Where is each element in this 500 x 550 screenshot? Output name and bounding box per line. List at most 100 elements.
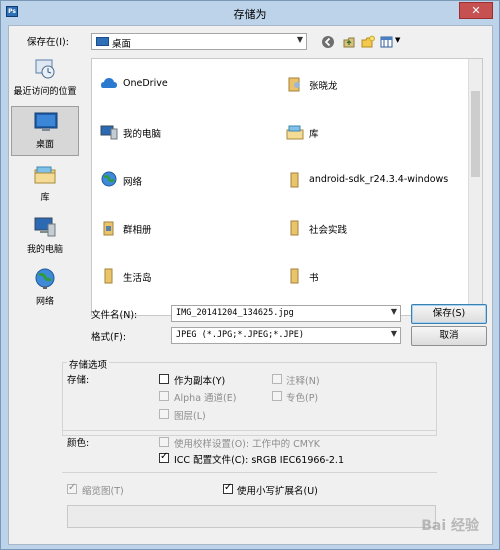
as-copy-checkbox[interactable]: [159, 374, 169, 384]
icc-profile-label: ICC 配置文件(C): sRGB IEC61966-2.1: [174, 455, 344, 466]
folder-icon: [290, 268, 299, 284]
use-proof-setup-checkbox[interactable]: [159, 437, 169, 447]
storage-options-title: 存储选项: [67, 357, 110, 371]
as-copy-label: 作为副本(Y): [174, 376, 226, 387]
place-recent[interactable]: 最近访问的位置: [11, 54, 79, 104]
view-menu-icon[interactable]: [380, 35, 394, 49]
place-label: 库: [40, 193, 50, 203]
new-folder-icon[interactable]: [361, 35, 375, 49]
format-dropdown[interactable]: JPEG (*.JPG;*.JPEG;*.JPE) ▼: [171, 327, 401, 344]
folder-icon: [104, 268, 113, 284]
place-desktop[interactable]: 桌面: [11, 106, 79, 156]
network-icon: [101, 171, 117, 187]
thumbnail-label: 缩览图(T): [82, 486, 124, 497]
save-as-dialog: Ps 存储为 ✕ 保存在(I): 桌面 ▼ ▼ 最近访问的位置 桌面 库 我的电…: [0, 0, 500, 550]
back-icon[interactable]: [321, 35, 335, 49]
notes-label: 注释(N): [286, 376, 320, 387]
checkmark-icon: ✓: [160, 451, 169, 462]
divider: [62, 430, 437, 431]
storage-options-group: [62, 362, 437, 436]
file-name: 张晓龙: [309, 81, 338, 92]
icc-profile-checkbox[interactable]: ✓: [159, 451, 169, 463]
save-in-dropdown[interactable]: 桌面 ▼: [91, 33, 307, 50]
file-name: 我的电脑: [123, 129, 162, 140]
file-item[interactable]: 库: [282, 121, 462, 143]
alpha-channels-label: Alpha 通道(E): [174, 393, 237, 404]
filename-label: 文件名(N):: [91, 310, 138, 321]
file-item[interactable]: 我的电脑: [96, 121, 276, 143]
file-item[interactable]: 书: [282, 265, 462, 287]
description-box: [67, 505, 436, 528]
lowercase-extension-label: 使用小写扩展名(U): [237, 486, 318, 497]
thumbnail-checkbox[interactable]: ✓: [67, 482, 77, 494]
place-network[interactable]: 网络: [11, 264, 79, 314]
network-icon: [35, 268, 55, 289]
save-in-label: 保存在(I):: [27, 37, 69, 48]
file-list-scrollbar[interactable]: [468, 59, 482, 315]
desktop-icon: [96, 37, 109, 46]
place-label: 我的电脑: [26, 245, 63, 255]
dialog-title: 存储为: [233, 8, 267, 21]
save-in-value: 桌面: [112, 39, 132, 50]
dialog-body: 保存在(I): 桌面 ▼ ▼ 最近访问的位置 桌面 库 我的电脑 网络 OneD…: [8, 25, 493, 545]
file-item[interactable]: OneDrive: [96, 73, 276, 95]
file-name: 库: [309, 129, 319, 140]
file-item[interactable]: 网络: [96, 169, 276, 191]
file-item[interactable]: android-sdk_r24.3.4-windows: [282, 169, 477, 191]
divider: [62, 472, 437, 473]
layers-label: 图层(L): [174, 411, 206, 422]
file-item[interactable]: 社会实践: [282, 217, 462, 239]
place-library[interactable]: 库: [11, 160, 79, 210]
checkmark-icon: ✓: [68, 482, 77, 493]
checkmark-icon: ✓: [224, 482, 233, 493]
computer-icon: [34, 217, 56, 237]
chevron-down-icon[interactable]: ▼: [391, 307, 397, 316]
use-proof-setup-label: 使用校样设置(O): 工作中的 CMYK: [174, 439, 320, 450]
filename-input[interactable]: IMG_20141204_134625.jpg ▼: [171, 305, 401, 322]
lowercase-extension-checkbox[interactable]: ✓: [223, 482, 233, 494]
file-name: 网络: [123, 177, 143, 188]
spot-colors-checkbox[interactable]: [272, 391, 282, 401]
places-bar: 最近访问的位置 桌面 库 我的电脑 网络: [11, 59, 79, 342]
file-name: android-sdk_r24.3.4-windows: [309, 174, 449, 185]
save-button[interactable]: 保存(S): [411, 304, 487, 324]
library-icon: [34, 166, 56, 184]
file-name: 群相册: [123, 225, 152, 236]
scrollbar-thumb[interactable]: [471, 91, 480, 177]
notes-checkbox[interactable]: [272, 374, 282, 384]
library-icon: [286, 125, 304, 140]
chevron-down-icon: ▼: [296, 35, 303, 44]
file-item[interactable]: 群相册: [96, 217, 276, 239]
place-label: 桌面: [35, 140, 54, 150]
title-bar: Ps 存储为 ✕: [1, 1, 499, 25]
file-name: 书: [309, 273, 319, 284]
file-name: 社会实践: [309, 225, 348, 236]
format-label: 格式(F):: [91, 332, 127, 343]
file-item[interactable]: 张晓龙: [282, 73, 462, 95]
recent-places-icon: [35, 59, 55, 79]
alpha-channels-checkbox[interactable]: [159, 391, 169, 401]
store-label: 存储:: [67, 375, 90, 386]
desktop-icon: [34, 112, 58, 131]
close-button[interactable]: ✕: [459, 2, 493, 19]
computer-icon: [100, 125, 118, 140]
folder-icon: [290, 220, 299, 236]
place-computer[interactable]: 我的电脑: [11, 212, 79, 262]
up-folder-icon[interactable]: [342, 35, 356, 49]
view-menu-chevron-icon[interactable]: ▼: [395, 36, 400, 44]
folder-icon: [290, 172, 299, 188]
chevron-down-icon[interactable]: ▼: [391, 329, 397, 338]
watermark: Bai 经验: [421, 518, 479, 534]
folder-icon: [103, 221, 114, 236]
filename-value: IMG_20141204_134625.jpg: [176, 308, 294, 318]
color-label: 颜色:: [67, 438, 90, 449]
spot-colors-label: 专色(P): [286, 393, 319, 404]
file-list[interactable]: OneDrive 张晓龙 我的电脑 库 网络 android-sdk_r24.3…: [91, 58, 483, 316]
file-name: 生活岛: [123, 273, 152, 284]
place-label: 最近访问的位置: [13, 87, 77, 97]
file-name: OneDrive: [123, 78, 168, 89]
file-item[interactable]: 生活岛: [96, 265, 276, 287]
cancel-button[interactable]: 取消: [411, 326, 487, 346]
user-folder-icon: [288, 77, 300, 92]
layers-checkbox[interactable]: [159, 409, 169, 419]
